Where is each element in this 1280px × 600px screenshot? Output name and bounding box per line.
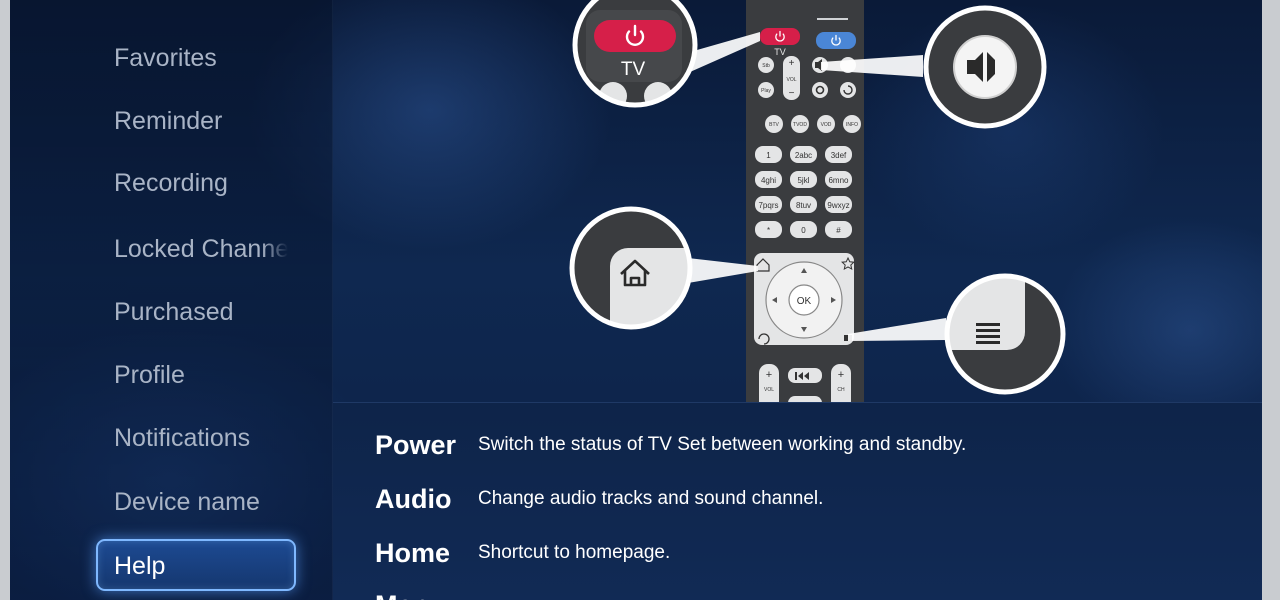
- svg-text:−: −: [789, 88, 795, 99]
- svg-text:+: +: [766, 369, 772, 381]
- help-key-label: Home: [375, 538, 451, 568]
- help-description: Switch the status of TV Set between work…: [478, 434, 967, 455]
- key-tvod: TVOD: [793, 122, 807, 128]
- key-vod: VOD: [821, 122, 832, 128]
- help-screen: Favorites Reminder Recording Locked Chan…: [10, 0, 1262, 600]
- key-0: 0: [801, 226, 806, 235]
- svg-text:+: +: [789, 58, 795, 69]
- sidebar-item-help[interactable]: Help: [96, 539, 296, 591]
- sidebar-item-profile[interactable]: Profile: [114, 358, 288, 392]
- help-key-label: Power: [375, 430, 457, 460]
- key-btv: BTV: [769, 122, 779, 128]
- key-star: *: [767, 226, 770, 235]
- key-play: Play: [761, 88, 771, 94]
- help-description-panel: Power Switch the status of TV Set betwee…: [333, 402, 1262, 600]
- sidebar-item-purchased[interactable]: Purchased: [114, 295, 288, 329]
- key-hash: #: [836, 226, 841, 235]
- power-key: [760, 28, 800, 45]
- key-6: 6mno: [828, 176, 849, 185]
- key-9: 9wxyz: [827, 201, 849, 210]
- key-2: 2abc: [795, 151, 812, 160]
- help-key-label: Menu: [375, 587, 446, 600]
- power-callout: TV: [572, 0, 698, 108]
- key-vol-lower-label: VOL: [764, 387, 774, 393]
- key-ch-label: CH: [837, 387, 845, 393]
- sidebar-item-help-label: Help: [114, 552, 166, 580]
- audio-callout: [923, 5, 1047, 129]
- key-8: 8tuv: [796, 201, 811, 210]
- remote-tv-label: TV: [774, 47, 786, 57]
- help-description: Change audio tracks and sound channel.: [478, 488, 824, 509]
- key-info: INFO: [846, 122, 858, 128]
- stb-power-key: [816, 32, 856, 49]
- svg-text:+: +: [838, 369, 844, 381]
- key-4: 4ghi: [761, 176, 776, 185]
- remote-illustration: TV Stb Play + VOL − BTV TVOD VOD INFO 1 …: [569, 0, 1066, 402]
- remote-diagram: TV Stb Play + VOL − BTV TVOD VOD INFO 1 …: [333, 0, 1262, 402]
- help-key-label: Audio: [375, 484, 452, 514]
- sidebar-item-favorites[interactable]: Favorites: [114, 41, 288, 75]
- help-description: Shortcut to homepage.: [478, 542, 671, 563]
- ok-label: OK: [797, 296, 812, 307]
- key-1: 1: [766, 151, 771, 160]
- sidebar-item-recording[interactable]: Recording: [114, 166, 288, 200]
- home-callout: [569, 206, 693, 330]
- key-stb: Stb: [762, 63, 770, 69]
- key-7: 7pqrs: [758, 201, 778, 210]
- key-vol-label: VOL: [786, 77, 796, 83]
- key-3: 3def: [831, 151, 847, 160]
- menu-callout: [944, 273, 1066, 395]
- callout-tv-label: TV: [621, 59, 646, 80]
- sidebar-item-notifications[interactable]: Notifications: [114, 421, 288, 455]
- sidebar-item-device-name[interactable]: Device name: [114, 485, 288, 519]
- sidebar-item-reminder[interactable]: Reminder: [114, 104, 288, 138]
- key-5: 5jkl: [797, 176, 809, 185]
- sidebar: Favorites Reminder Recording Locked Chan…: [10, 0, 333, 600]
- sidebar-item-locked-channels[interactable]: Locked Channels: [114, 232, 288, 266]
